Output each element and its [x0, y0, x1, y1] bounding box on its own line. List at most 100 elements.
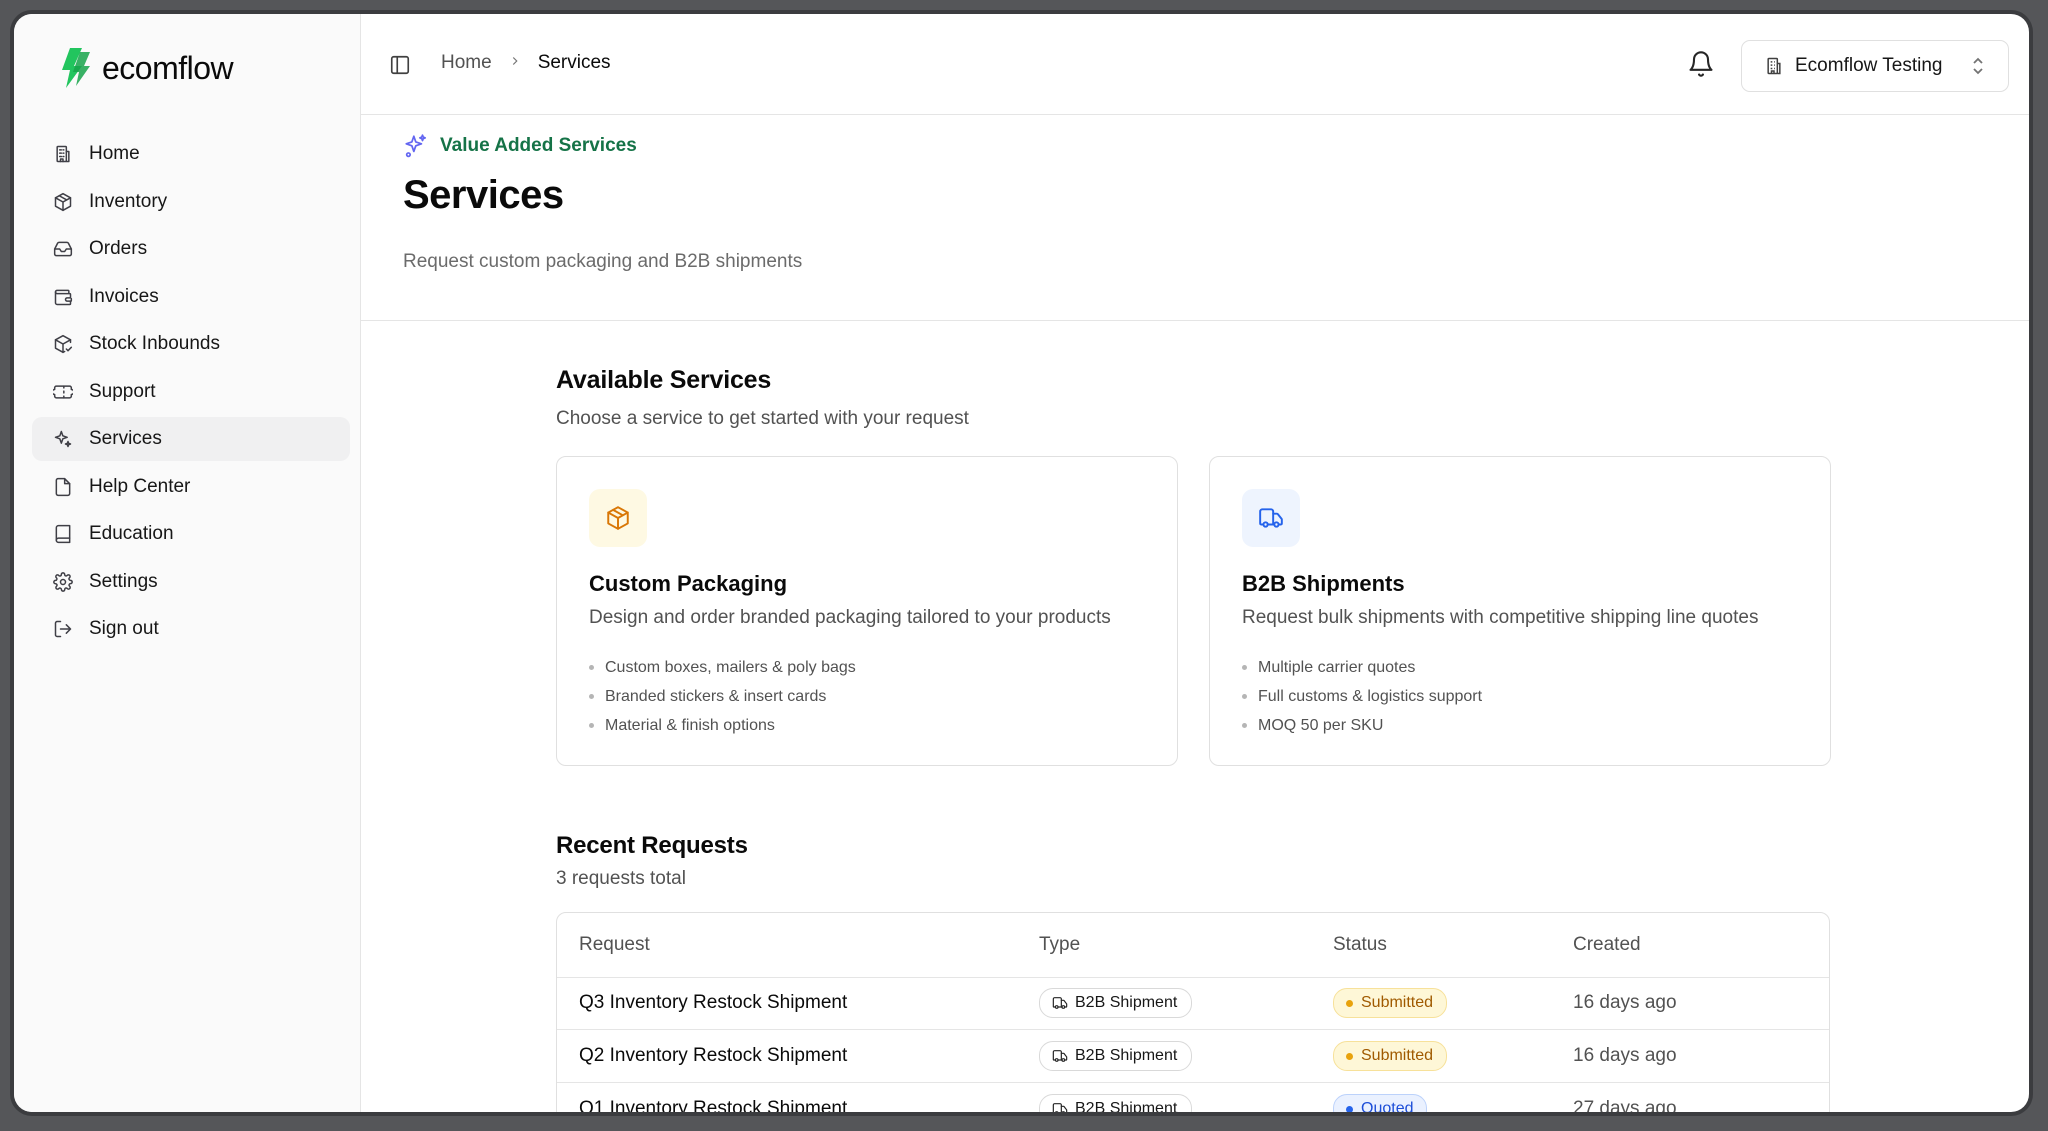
list-item: Material & finish options: [589, 711, 856, 740]
gear-icon: [52, 571, 74, 593]
column-header-type: Type: [1039, 934, 1081, 955]
feature-list: Multiple carrier quotes Full customs & l…: [1242, 653, 1482, 740]
table-row[interactable]: Q2 Inventory Restock Shipment B2B Shipme…: [557, 1030, 1829, 1083]
column-header-created: Created: [1573, 934, 1641, 955]
sidebar-item-label: Settings: [89, 570, 158, 592]
sidebar-toggle-button[interactable]: [389, 54, 411, 76]
card-title: B2B Shipments: [1242, 571, 1405, 596]
building-icon: [1764, 56, 1784, 76]
panel-left-icon: [390, 55, 410, 75]
file-icon: [52, 476, 74, 498]
table-row[interactable]: Q3 Inventory Restock Shipment B2B Shipme…: [557, 977, 1829, 1030]
sidebar-item-settings[interactable]: Settings: [32, 560, 350, 604]
sidebar-item-label: Invoices: [89, 285, 159, 307]
org-name: Ecomflow Testing: [1795, 55, 1943, 76]
sidebar: ecomflow Home Inventory Orders Invoices …: [14, 14, 361, 1112]
requests-table: Request Type Status Created Q3 Inventory…: [556, 912, 1830, 1112]
status-badge: Quoted: [1333, 1094, 1428, 1112]
truck-icon: [1242, 489, 1300, 547]
table-header: Request Type Status Created: [557, 913, 1829, 978]
column-header-status: Status: [1333, 934, 1387, 955]
sparkles-icon: [405, 134, 427, 158]
bell-icon: [1689, 51, 1713, 77]
request-name: Q3 Inventory Restock Shipment: [579, 992, 848, 1013]
page-eyebrow: Value Added Services: [403, 133, 637, 159]
card-description: Request bulk shipments with competitive …: [1242, 607, 1759, 628]
sidebar-item-help-center[interactable]: Help Center: [32, 465, 350, 509]
list-item: Full customs & logistics support: [1242, 682, 1482, 711]
sidebar-item-label: Sign out: [89, 618, 159, 639]
type-badge: B2B Shipment: [1039, 1041, 1193, 1071]
box-icon: [589, 489, 647, 547]
sign-out-icon: [52, 618, 74, 640]
list-item: Branded stickers & insert cards: [589, 682, 856, 711]
feature-list: Custom boxes, mailers & poly bags Brande…: [589, 653, 856, 740]
logo-text: ecomflow: [102, 49, 234, 86]
sidebar-nav: Home Inventory Orders Invoices Stock Inb…: [32, 132, 350, 655]
sidebar-item-label: Stock Inbounds: [89, 333, 220, 354]
card-description: Design and order branded packaging tailo…: [589, 607, 1111, 628]
sidebar-item-education[interactable]: Education: [32, 512, 350, 556]
breadcrumb-home-link[interactable]: Home: [441, 52, 492, 74]
sidebar-item-label: Support: [89, 380, 156, 402]
created-date: 16 days ago: [1573, 992, 1677, 1013]
service-cards: Custom Packaging Design and order brande…: [556, 456, 1831, 766]
table-row[interactable]: Q1 Inventory Restock Shipment B2B Shipme…: [557, 1083, 1829, 1112]
inbox-icon: [52, 238, 74, 260]
eyebrow-label: Value Added Services: [440, 135, 637, 156]
list-item: MOQ 50 per SKU: [1242, 711, 1482, 740]
chevrons-up-down-icon: [1970, 56, 1986, 76]
sidebar-item-invoices[interactable]: Invoices: [32, 275, 350, 319]
notifications-button[interactable]: [1687, 50, 1717, 80]
available-services-subtitle: Choose a service to get started with you…: [556, 408, 969, 429]
sidebar-item-sign-out[interactable]: Sign out: [32, 607, 350, 651]
org-switcher[interactable]: Ecomflow Testing: [1741, 40, 2009, 92]
type-badge: B2B Shipment: [1039, 1094, 1193, 1112]
sidebar-item-label: Home: [89, 143, 140, 164]
sidebar-item-label: Services: [89, 428, 162, 449]
truck-icon: [1052, 997, 1068, 1009]
sidebar-item-support[interactable]: Support: [32, 370, 350, 414]
status-badge: Submitted: [1333, 988, 1448, 1018]
sidebar-item-inventory[interactable]: Inventory: [32, 180, 350, 224]
available-services-title: Available Services: [556, 366, 772, 394]
book-icon: [52, 523, 74, 545]
sidebar-item-stock-inbounds[interactable]: Stock Inbounds: [32, 322, 350, 366]
b2b-shipments-card[interactable]: B2B Shipments Request bulk shipments wit…: [1209, 456, 1831, 766]
created-date: 16 days ago: [1573, 1045, 1677, 1066]
sidebar-item-label: Inventory: [89, 190, 168, 212]
ticket-icon: [52, 381, 74, 403]
page-title: Services: [403, 173, 564, 217]
sidebar-item-services[interactable]: Services: [32, 417, 350, 461]
sparkles-icon: [52, 428, 74, 450]
request-name: Q2 Inventory Restock Shipment: [579, 1045, 848, 1066]
recent-requests-count: 3 requests total: [556, 868, 686, 889]
type-badge: B2B Shipment: [1039, 988, 1193, 1018]
wallet-icon: [52, 286, 74, 308]
page-header: Value Added Services Services Request cu…: [361, 115, 2029, 321]
sidebar-item-label: Education: [89, 523, 174, 544]
package-check-icon: [52, 333, 74, 355]
sidebar-item-label: Orders: [89, 238, 148, 259]
sidebar-item-label: Help Center: [89, 475, 191, 497]
recent-requests-title: Recent Requests: [556, 832, 748, 859]
truck-icon: [1052, 1103, 1068, 1112]
breadcrumb: Home Services: [441, 52, 611, 74]
sidebar-item-home[interactable]: Home: [32, 132, 350, 176]
custom-packaging-card[interactable]: Custom Packaging Design and order brande…: [556, 456, 1178, 766]
topbar: Home Services Ecomflow Testing: [361, 14, 2029, 115]
sidebar-item-orders[interactable]: Orders: [32, 227, 350, 271]
chevron-right-icon: [508, 52, 522, 74]
created-date: 27 days ago: [1573, 1098, 1677, 1112]
ecomflow-logo-icon: [62, 48, 90, 88]
app-window: ecomflow Home Inventory Orders Invoices …: [14, 14, 2029, 1112]
truck-icon: [1052, 1050, 1068, 1062]
request-name: Q1 Inventory Restock Shipment: [579, 1098, 848, 1112]
building-icon: [52, 143, 74, 165]
list-item: Custom boxes, mailers & poly bags: [589, 653, 856, 682]
breadcrumb-current: Services: [537, 52, 611, 73]
column-header-request: Request: [579, 934, 650, 955]
page-subtitle: Request custom packaging and B2B shipmen…: [403, 251, 803, 272]
logo[interactable]: ecomflow: [56, 46, 234, 90]
package-icon: [52, 191, 74, 213]
